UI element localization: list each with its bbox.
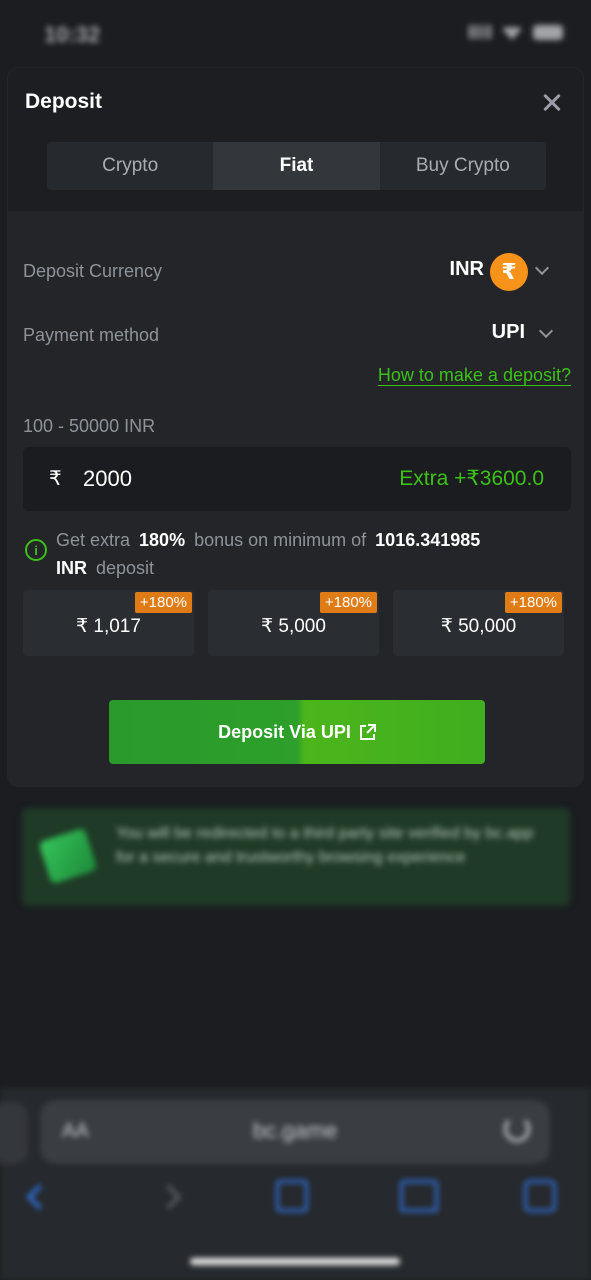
browser-chrome: AA bc.game <box>0 1088 591 1280</box>
wifi-icon <box>501 27 523 40</box>
modal-title: Deposit <box>25 90 103 113</box>
battery-icon <box>533 24 563 40</box>
external-link-icon <box>359 723 376 740</box>
home-indicator <box>190 1258 400 1265</box>
quick-amount-button[interactable]: +180% ₹ 1,017 <box>23 590 194 656</box>
bonus-text: Get extra 180% bonus on minimum of 1016.341… <box>56 526 556 582</box>
bonus-text-part2: bonus on minimum of <box>194 530 367 550</box>
bookmarks-icon[interactable] <box>400 1180 438 1212</box>
payment-method-value: UPI <box>491 321 525 343</box>
deposit-button-label: Deposit Via UPI <box>218 721 351 742</box>
close-icon[interactable] <box>539 90 565 116</box>
bonus-tag: +180% <box>504 592 562 613</box>
bonus-tag: +180% <box>134 592 192 613</box>
back-icon[interactable] <box>26 1184 52 1210</box>
bonus-text-part1: Get extra <box>56 530 131 550</box>
tab-fiat[interactable]: Fiat <box>213 142 380 190</box>
redirect-notice-banner: You will be redirected to a third party … <box>22 808 570 906</box>
rupee-coin-icon: ₹ <box>490 253 528 291</box>
share-icon[interactable] <box>276 1180 308 1212</box>
status-time: 10:32 <box>44 22 101 47</box>
deposit-currency-value: INR <box>449 258 484 280</box>
info-icon: i <box>25 539 47 561</box>
quick-amount-value: ₹ 1,017 <box>76 616 141 637</box>
url-text: bc.game <box>252 1118 338 1143</box>
deposit-currency-label: Deposit Currency <box>23 261 163 281</box>
deposit-via-upi-button[interactable]: Deposit Via UPI <box>109 700 485 764</box>
deposit-range-text: 100 - 50000 INR <box>23 416 156 436</box>
tab-buy-crypto[interactable]: Buy Crypto <box>380 142 546 190</box>
how-to-deposit-link[interactable]: How to make a deposit? <box>378 365 571 386</box>
bonus-tag: +180% <box>319 592 377 613</box>
bonus-text-part3: deposit <box>96 558 155 578</box>
reload-icon[interactable] <box>504 1116 530 1142</box>
amount-input[interactable]: ₹ 2000 Extra +₹3600.0 <box>23 447 571 511</box>
bonus-percent: 180% <box>139 530 186 550</box>
quick-amount-value: ₹ 5,000 <box>261 616 326 637</box>
deposit-currency-select[interactable] <box>423 246 553 294</box>
quick-amount-button[interactable]: +180% ₹ 50,000 <box>393 590 564 656</box>
quick-amount-button[interactable]: +180% ₹ 5,000 <box>208 590 379 656</box>
amount-value[interactable]: 2000 <box>83 466 132 492</box>
rupee-symbol: ₹ <box>49 468 62 490</box>
bonus-currency: INR <box>56 558 87 578</box>
forward-icon[interactable] <box>156 1184 182 1210</box>
browser-toolbar <box>0 1180 591 1220</box>
extra-bonus-amount: Extra +₹3600.0 <box>399 467 544 490</box>
tab-crypto[interactable]: Crypto <box>47 142 213 190</box>
payment-method-label: Payment method <box>23 325 160 345</box>
bonus-min-amount: 1016.341985 <box>375 530 481 550</box>
modal-header: Deposit Crypto Fiat Buy Crypto <box>8 68 583 211</box>
status-icons <box>469 24 563 40</box>
deposit-modal: Deposit Crypto Fiat Buy Crypto Deposit C… <box>8 68 583 786</box>
quick-amount-value: ₹ 50,000 <box>440 616 517 637</box>
address-bar[interactable]: AA bc.game <box>40 1100 550 1164</box>
signal-icon <box>469 25 491 39</box>
redirect-notice-text: You will be redirected to a third party … <box>116 825 534 866</box>
tabs-icon[interactable] <box>524 1180 556 1212</box>
previous-tab-stub[interactable] <box>0 1102 28 1164</box>
deposit-type-tabs: Crypto Fiat Buy Crypto <box>47 142 546 190</box>
status-bar: 10:32 <box>0 0 591 70</box>
verified-badge-icon <box>38 827 98 885</box>
